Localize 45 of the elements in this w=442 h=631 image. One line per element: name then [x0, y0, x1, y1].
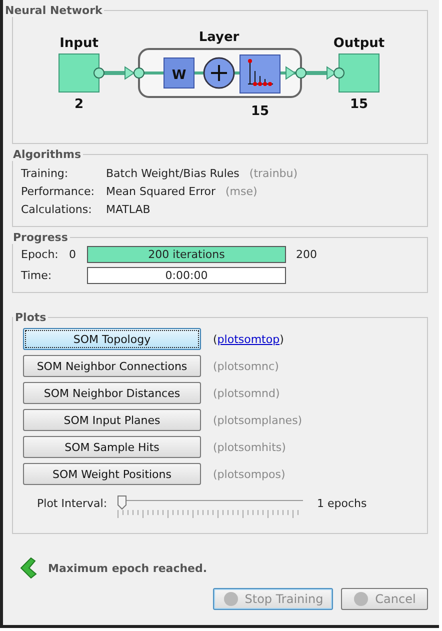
algorithm-value: Batch Weight/Bias Rules [106, 166, 240, 180]
function-name: (mse) [225, 184, 258, 198]
function-reference: (plotsomnd) [213, 386, 280, 400]
slider-thumb[interactable] [117, 495, 127, 510]
algorithm-label: Training: [21, 166, 70, 180]
algorithm-label: Performance: [21, 184, 96, 198]
algorithm-value: Mean Squared Error [106, 184, 216, 198]
input-size: 2 [74, 97, 84, 112]
function-reference: (plotsompos) [213, 468, 286, 480]
function-reference: (plotsomplanes) [213, 414, 302, 426]
progress-start: 0 [69, 248, 76, 261]
circle-icon [222, 591, 239, 607]
panel-title: Plots [14, 311, 48, 324]
weight-block: W [164, 58, 194, 88]
layer-label: Layer [198, 30, 240, 45]
panel-title: Progress [12, 231, 69, 244]
interval-slider[interactable] [117, 495, 303, 519]
slider-value: 1 epochs [317, 497, 367, 510]
function-reference: (plotsomhits) [213, 440, 286, 454]
algorithm-label: Calculations: [21, 202, 93, 216]
output-label: Output [333, 36, 385, 51]
function-link[interactable]: plotsomtop [217, 332, 280, 346]
plot-button[interactable]: SOM Sample Hits [23, 436, 201, 458]
panel-title: Neural Network [4, 4, 104, 17]
input-label: Input [60, 36, 98, 51]
progress-text: 200 iterations [148, 248, 225, 261]
plot-button[interactable]: SOM Neighbor Connections [23, 355, 201, 377]
function-reference: (plotsomtop) [213, 332, 284, 346]
plot-button[interactable]: SOM Input Planes [23, 409, 201, 431]
plot-button[interactable]: SOM Topology [23, 328, 201, 350]
progress-label: Time: [21, 269, 53, 282]
plot-button[interactable]: SOM Weight Positions [23, 463, 201, 485]
slider-label: Plot Interval: [37, 497, 108, 510]
progress-end: 200 [296, 248, 317, 261]
function-name: (trainbu) [249, 166, 298, 180]
panel-title: Algorithms [12, 148, 82, 161]
plot-button[interactable]: SOM Neighbor Distances [23, 382, 201, 404]
output-size: 15 [350, 97, 368, 112]
circle-icon [353, 591, 370, 607]
progress-label: Epoch: [21, 248, 60, 261]
checkmark-icon [18, 556, 38, 580]
algorithm-value: MATLAB [106, 202, 150, 216]
layer-size: 15 [250, 104, 270, 119]
status-message: Maximum epoch reached. [48, 562, 208, 574]
function-reference: (plotsomnc) [213, 360, 279, 372]
